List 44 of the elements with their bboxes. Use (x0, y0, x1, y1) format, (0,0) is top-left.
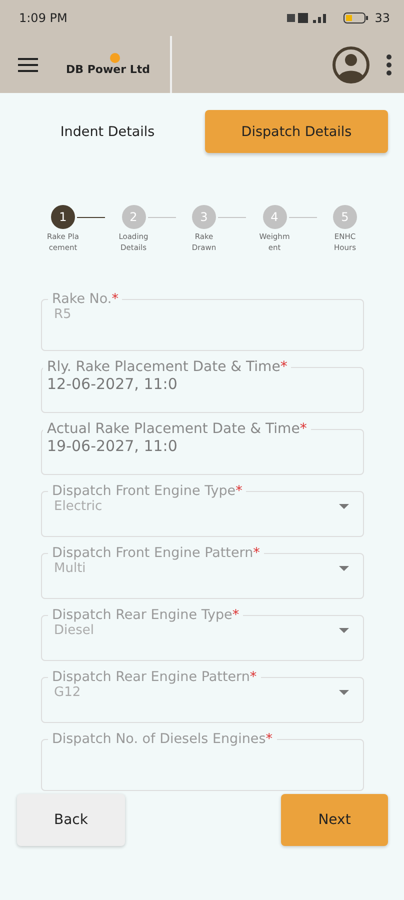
tab[interactable]: Dispatch Details (205, 110, 388, 153)
next-button[interactable]: Next (281, 794, 388, 846)
field-label: Actual Rake Placement Date & Time* (46, 421, 308, 437)
field-label: Dispatch No. of Diesels Engines* (51, 731, 274, 747)
dropdown-field[interactable]: Dispatch Rear Engine Pattern* G12 (41, 669, 364, 723)
field-label: Dispatch Rear Engine Pattern* (51, 669, 258, 685)
menu-icon[interactable] (18, 58, 38, 72)
step-number: 1 (51, 205, 75, 229)
field-value: R5 (54, 307, 72, 322)
field-value: Electric (54, 499, 104, 514)
dropdown-caret-icon (339, 628, 349, 633)
dropdown-field[interactable]: Dispatch Front Engine Type* Electric (41, 483, 364, 537)
field-value: 12-06-2027, 11:0 (47, 375, 178, 393)
avatar-icon[interactable] (332, 46, 370, 84)
status-time: 1:09 PM (19, 11, 68, 25)
step-number: 2 (122, 205, 146, 229)
field-value: Multi (54, 561, 87, 576)
step-number: 3 (192, 205, 216, 229)
tab[interactable]: Indent Details (16, 110, 199, 153)
dropdown-caret-icon (339, 566, 349, 571)
field-value: 19-06-2027, 11:0 (47, 437, 178, 455)
field-label: Dispatch Front Engine Pattern* (51, 545, 261, 561)
dropdown-caret-icon (339, 690, 349, 695)
brand-name: DB Power Ltd (66, 63, 150, 76)
input-field[interactable]: Dispatch No. of Diesels Engines* (41, 731, 364, 791)
battery-percent: 33 (374, 11, 390, 25)
field-label: Dispatch Front Engine Type* (51, 483, 244, 499)
input-field[interactable]: Actual Rake Placement Date & Time* 19-06-2027, 11:0 (41, 421, 364, 475)
battery-icon (342, 12, 369, 24)
field-label: Rly. Rake Placement Date & Time* (46, 359, 288, 375)
field-value: G12 (54, 685, 82, 700)
more-icon[interactable] (386, 54, 392, 76)
step-number: 4 (262, 205, 286, 229)
field-label: Dispatch Rear Engine Type* (51, 607, 240, 623)
dropdown-field[interactable]: Dispatch Front Engine Pattern* Multi (41, 545, 364, 599)
logo-dot-icon (110, 53, 120, 63)
field-value: Diesel (54, 623, 96, 638)
dropdown-field[interactable]: Dispatch Rear Engine Type* Diesel (41, 607, 364, 661)
back-button[interactable]: Back (17, 794, 125, 846)
input-field[interactable]: Rake No.* R5 (41, 291, 364, 351)
field-label: Rake No.* (51, 291, 120, 307)
step-number: 5 (333, 205, 357, 229)
dropdown-caret-icon (339, 504, 349, 509)
input-field[interactable]: Rly. Rake Placement Date & Time* 12-06-2027, 11:0 (41, 359, 364, 413)
